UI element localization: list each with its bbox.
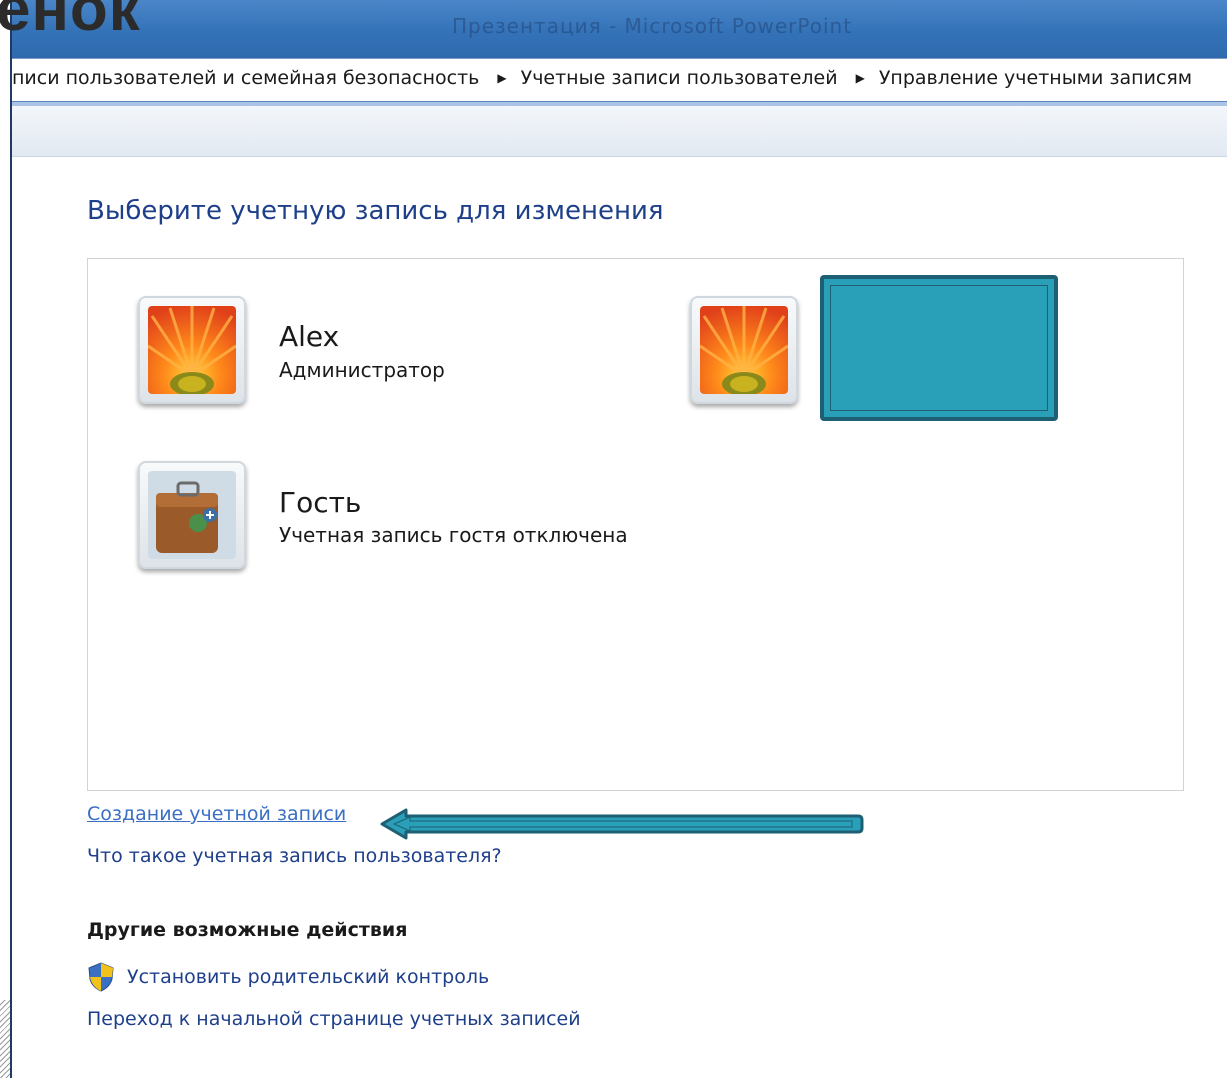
breadcrumb-item-user-accounts[interactable]: Учетные записи пользователей	[521, 67, 838, 89]
shield-icon	[88, 962, 114, 992]
breadcrumb-item-manage-accounts[interactable]: Управление учетными записям	[879, 67, 1192, 89]
account-name[interactable]: Alex	[279, 320, 339, 353]
account-status: Учетная запись гостя отключена	[279, 523, 628, 547]
breadcrumb: писи пользователей и семейная безопаснос…	[12, 67, 1192, 89]
account-picture-redacted[interactable]	[690, 296, 798, 404]
create-account-link[interactable]: Создание учетной записи	[87, 803, 346, 825]
window-title: Презентация - Microsoft PowerPoint	[452, 14, 853, 38]
parental-control-row: Установить родительский контроль	[87, 962, 489, 992]
flower-icon	[148, 306, 236, 394]
parental-control-link[interactable]: Установить родительский контроль	[127, 966, 489, 988]
slide-left-edge	[0, 0, 10, 1078]
page-title: Выберите учетную запись для изменения	[87, 196, 664, 226]
address-bar[interactable]: писи пользователей и семейная безопаснос…	[12, 58, 1227, 103]
other-actions-heading: Другие возможные действия	[87, 919, 408, 941]
account-type: Администратор	[279, 358, 445, 382]
account-name[interactable]: Гость	[279, 486, 361, 519]
annotation-arrow	[380, 808, 864, 840]
breadcrumb-item-family-safety[interactable]: писи пользователей и семейная безопаснос…	[12, 67, 479, 89]
accounts-home-link[interactable]: Переход к начальной странице учетных зап…	[87, 1008, 581, 1030]
account-picture-guest[interactable]	[138, 461, 246, 569]
slide-heading-fragment: енок	[0, 0, 141, 44]
flower-icon	[700, 306, 788, 394]
breadcrumb-arrow-icon[interactable]: ▶	[856, 71, 865, 85]
account-picture-alex[interactable]	[138, 296, 246, 404]
redaction-box	[820, 275, 1058, 421]
what-is-account-link[interactable]: Что такое учетная запись пользователя?	[87, 845, 502, 867]
toolbar	[12, 102, 1227, 157]
window-title-bar[interactable]: Презентация - Microsoft PowerPoint	[12, 0, 1227, 58]
redaction-box-inner	[830, 285, 1048, 411]
breadcrumb-arrow-icon[interactable]: ▶	[497, 71, 506, 85]
suitcase-icon	[148, 471, 236, 559]
